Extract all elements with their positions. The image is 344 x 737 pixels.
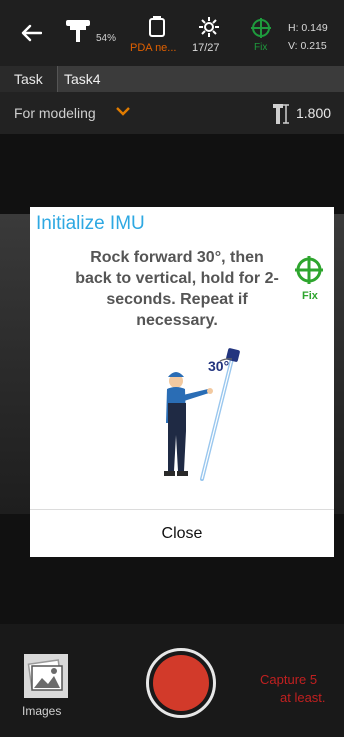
fix-crosshair-icon[interactable] (251, 18, 271, 38)
pole-height-icon[interactable] (272, 103, 292, 125)
precision-readout: H: 0.149 V: 0.215 (288, 19, 328, 55)
images-button[interactable]: Images (20, 654, 72, 724)
fix-status-label: Fix (254, 42, 268, 53)
mode-selector-label[interactable]: For modeling (14, 105, 96, 121)
capture-hint-line1: Capture 5 (260, 672, 318, 687)
fix-crosshair-icon (295, 256, 323, 284)
capture-hint: Capture 5 at least. (260, 671, 344, 707)
pda-network-label: PDA ne... (130, 42, 177, 54)
initialize-imu-dialog: Initialize IMU Rock forward 30°, then ba… (30, 207, 334, 557)
dialog-message: Rock forward 30°, then back to vertical,… (75, 249, 279, 329)
chevron-down-icon[interactable] (116, 106, 130, 116)
gnss-receiver-icon[interactable] (64, 18, 92, 44)
shutter-record-indicator (153, 655, 209, 711)
satellite-count: 17/27 (192, 42, 220, 54)
capture-shutter-button[interactable] (146, 648, 216, 718)
satellite-icon[interactable] (198, 16, 220, 38)
horizontal-precision: H: 0.149 (288, 22, 328, 34)
capture-hint-line2: at least. (280, 690, 326, 705)
pda-network-icon[interactable] (148, 16, 166, 38)
dialog-fix-label: Fix (302, 290, 318, 302)
bottom-bar: Images Capture 5 at least. (0, 624, 344, 737)
close-button[interactable]: Close (30, 510, 334, 557)
task-value: Task4 (64, 71, 101, 87)
vertical-precision: V: 0.215 (288, 40, 327, 52)
images-label: Images (22, 704, 62, 718)
arrow-left-icon[interactable] (20, 24, 42, 42)
dialog-title: Initialize IMU (36, 213, 145, 234)
image-gallery-icon (24, 654, 68, 698)
tilt-angle-label: 30° (208, 358, 229, 374)
status-bar: 54% PDA ne... 17/27 Fix H: 0.149 V: 0.21… (0, 0, 344, 66)
task-row: Task Task4 (0, 66, 344, 92)
task-field[interactable]: Task4 (57, 66, 344, 92)
task-label: Task (14, 71, 43, 87)
imu-tilt-illustration: 30° (164, 348, 240, 481)
pole-height-value[interactable]: 1.800 (296, 105, 331, 121)
mode-row: For modeling 1.800 (0, 92, 344, 134)
battery-level: 54% (96, 33, 117, 44)
